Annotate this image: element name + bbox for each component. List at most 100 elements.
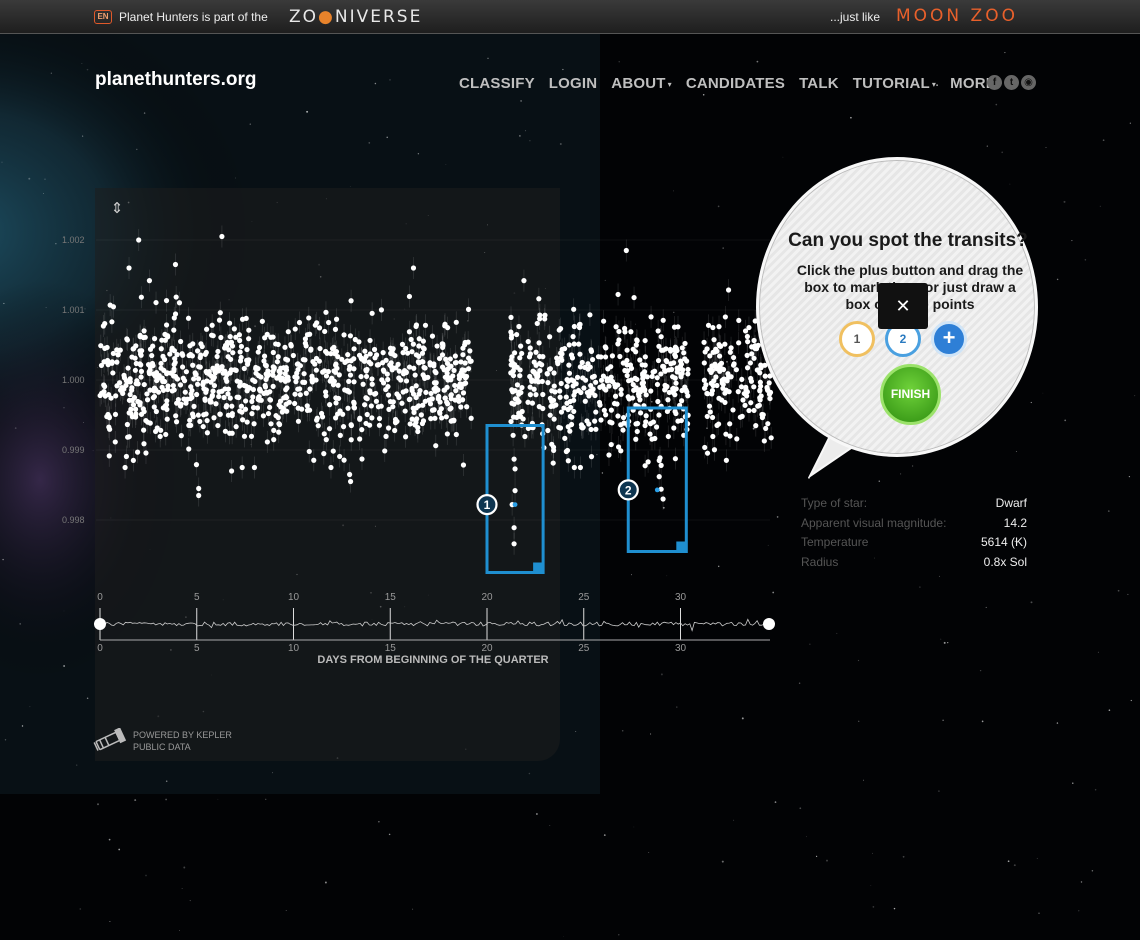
kepler-credit[interactable]: POWERED BY KEPLER PUBLIC DATA (133, 729, 232, 753)
nav-talk[interactable]: TALK (799, 75, 839, 95)
data-point (160, 387, 167, 393)
data-point (576, 341, 582, 347)
slider-right-handle[interactable] (763, 618, 775, 630)
data-point (437, 410, 443, 416)
data-point (187, 395, 194, 402)
nav-about[interactable]: ABOUT ▾ (611, 75, 672, 95)
nav-login[interactable]: LOGIN (549, 75, 598, 95)
data-point (601, 407, 607, 413)
data-point (678, 358, 684, 364)
data-point (351, 399, 357, 405)
data-point (138, 368, 145, 374)
star-row-radius: Radius 0.8x Sol (801, 555, 1027, 575)
data-point (628, 329, 634, 335)
data-point (701, 360, 707, 366)
data-point (468, 415, 474, 421)
data-point (557, 394, 563, 400)
data-point (653, 424, 660, 430)
data-point (138, 294, 144, 300)
data-point (637, 410, 644, 416)
slider-left-handle[interactable] (94, 618, 106, 630)
data-point (615, 413, 621, 419)
resize-handle[interactable] (676, 541, 687, 552)
data-point (231, 326, 237, 332)
transit-mark-1[interactable]: 1 (476, 424, 545, 574)
data-point (385, 425, 392, 431)
data-point (216, 389, 222, 395)
data-point (652, 435, 658, 442)
data-point (578, 389, 584, 396)
add-mark-button[interactable]: + (931, 321, 967, 357)
x-axis-label: DAYS FROM BEGINNING OF THE QUARTER (317, 654, 548, 666)
data-point (153, 371, 159, 377)
data-point (554, 355, 560, 361)
data-point (323, 389, 329, 395)
data-point (568, 352, 575, 358)
data-point (564, 383, 570, 390)
data-point (153, 299, 159, 306)
data-point (679, 345, 685, 351)
data-point (367, 351, 373, 357)
data-point (702, 349, 708, 355)
data-point (302, 336, 309, 342)
nav-candidates[interactable]: CANDIDATES (686, 75, 785, 95)
close-tooltip-button[interactable]: ✕ (878, 283, 928, 329)
data-point (176, 300, 183, 306)
nav-tutorial[interactable]: TUTORIAL ▾ (853, 75, 936, 95)
data-point (163, 297, 170, 304)
data-point (264, 439, 270, 445)
data-point (108, 395, 114, 401)
facebook-icon[interactable]: f (987, 75, 1002, 90)
data-point (562, 346, 568, 352)
moon-zoo-logo[interactable]: MOON ZOO (896, 6, 1018, 26)
data-point (158, 346, 164, 352)
data-point (372, 355, 378, 361)
data-point (660, 496, 666, 502)
data-point (267, 396, 273, 403)
data-point (170, 382, 176, 389)
data-point (201, 412, 207, 418)
resize-handle[interactable] (533, 562, 544, 573)
transit-mark-2[interactable]: 2 (617, 406, 688, 553)
data-point (407, 421, 413, 427)
light-curve-chart[interactable]: 12 0.9980.9991.0001.0011.002005510101515… (0, 0, 1140, 940)
data-point (577, 351, 583, 357)
data-point (606, 452, 612, 458)
data-point (620, 360, 626, 366)
data-point (460, 352, 466, 358)
data-point (196, 485, 202, 492)
zooniverse-logo[interactable]: ZO●NIVERSE (289, 7, 422, 27)
data-point (399, 400, 405, 406)
twitter-icon[interactable]: t (1004, 75, 1019, 90)
data-point (665, 433, 671, 440)
site-title[interactable]: planethunters.org (95, 69, 257, 91)
data-point (728, 374, 734, 380)
nav-classify[interactable]: CLASSIFY (459, 75, 535, 95)
data-point (178, 338, 184, 345)
data-point (579, 359, 585, 366)
data-point (745, 339, 751, 345)
data-point (751, 337, 757, 344)
kepler-line-2: PUBLIC DATA (133, 742, 191, 752)
data-point (618, 386, 624, 393)
data-point (508, 335, 515, 341)
finish-button[interactable]: FINISH (880, 364, 941, 425)
data-point (163, 431, 169, 438)
zoom-fit-icon[interactable]: ⇕ (108, 200, 126, 218)
data-point (551, 416, 557, 422)
x-tick-label-bottom: 5 (194, 643, 200, 654)
language-badge[interactable]: EN (94, 10, 112, 24)
data-point (330, 382, 337, 388)
data-point (290, 352, 296, 359)
data-point (458, 404, 464, 410)
caret-down-icon: ▾ (667, 79, 672, 89)
star-value: 0.8x Sol (983, 554, 1027, 569)
rss-icon[interactable]: ◉ (1021, 75, 1036, 90)
data-point (215, 368, 222, 374)
data-point (445, 401, 451, 407)
data-point (307, 331, 313, 337)
mark-1-button[interactable]: 1 (839, 321, 875, 357)
data-point (144, 391, 150, 397)
data-point (679, 398, 685, 404)
data-point (327, 402, 333, 408)
